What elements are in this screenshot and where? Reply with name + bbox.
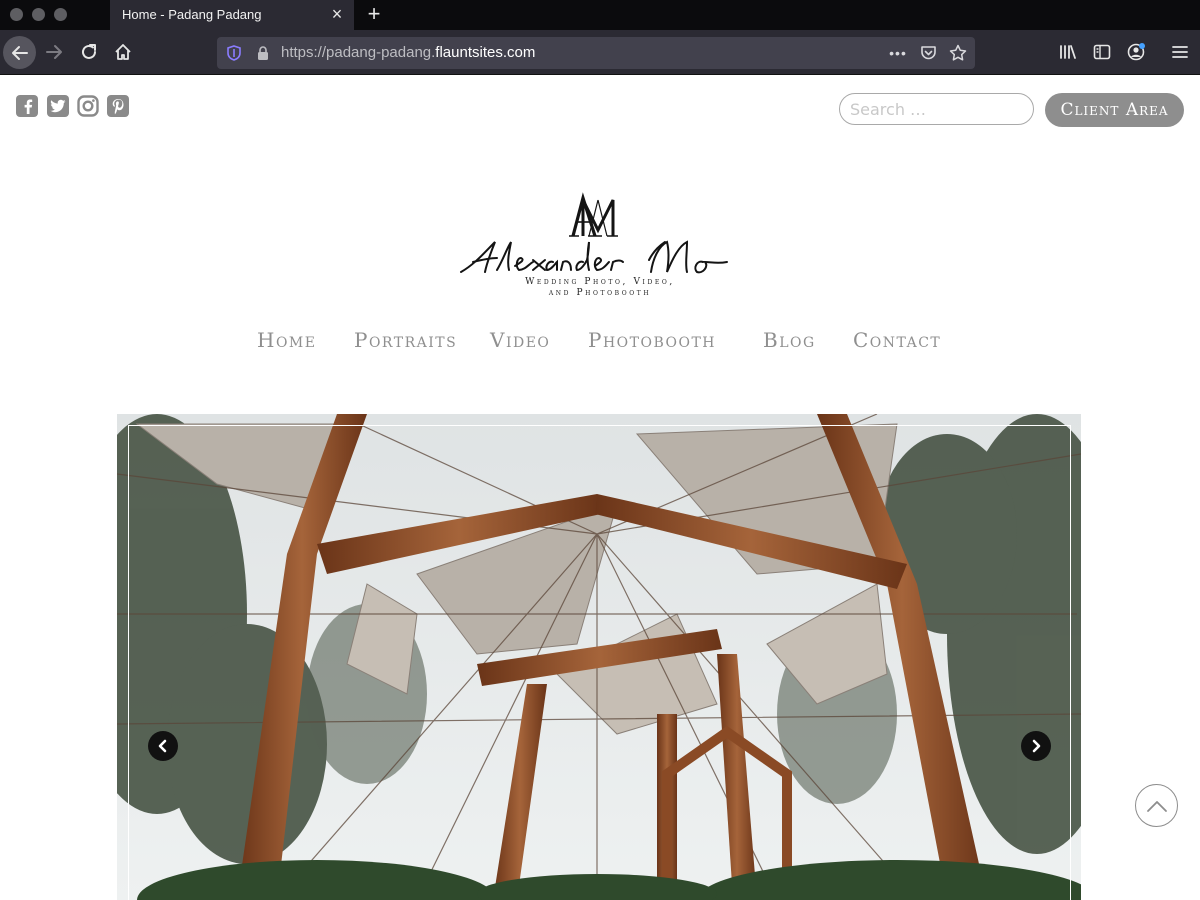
pinterest-icon[interactable] (107, 95, 129, 117)
slider-prev-icon[interactable] (148, 731, 178, 761)
lock-icon[interactable] (255, 37, 271, 69)
tab-close-icon[interactable]: × (330, 0, 344, 30)
site-logo[interactable]: Wedding Photo, Video, and Photobooth (455, 190, 745, 302)
logo-subtitle-line1: Wedding Photo, Video, (525, 277, 675, 287)
home-icon[interactable] (107, 36, 139, 68)
library-icon[interactable] (1052, 36, 1084, 68)
url-text[interactable]: https://padang-padang.flauntsites.com (281, 37, 535, 69)
nav-video[interactable]: Video (490, 328, 550, 356)
menu-hamburger-icon[interactable] (1164, 36, 1196, 68)
search-input[interactable] (839, 93, 1034, 125)
chevron-up-icon (1146, 800, 1167, 812)
nav-photobooth[interactable]: Photobooth (588, 328, 716, 356)
sidebar-icon[interactable] (1086, 36, 1118, 68)
browser-tab-strip: Home - Padang Padang × + (0, 0, 1200, 30)
facebook-icon[interactable] (16, 95, 38, 117)
nav-blog[interactable]: Blog (763, 328, 816, 356)
hero-photo-border (128, 425, 1071, 900)
account-icon[interactable] (1120, 36, 1152, 68)
address-bar[interactable]: https://padang-padang.flauntsites.com ••… (217, 37, 975, 69)
url-domain: flauntsites.com (435, 44, 536, 61)
new-tab-icon[interactable]: + (362, 0, 386, 30)
reload-icon[interactable] (73, 36, 105, 68)
browser-toolbar: https://padang-padang.flauntsites.com ••… (0, 30, 1200, 75)
url-prefix: https://padang-padang. (281, 44, 436, 61)
pocket-icon[interactable] (917, 37, 939, 69)
browser-tab-active[interactable]: Home - Padang Padang × (110, 0, 354, 30)
nav-portraits[interactable]: Portraits (354, 328, 457, 356)
window-minimize-dot[interactable] (32, 8, 45, 21)
scroll-to-top-button[interactable] (1135, 784, 1178, 827)
tracking-shield-icon[interactable] (225, 37, 243, 69)
window-close-dot[interactable] (10, 8, 23, 21)
instagram-icon[interactable] (77, 95, 99, 117)
back-arrow-icon[interactable] (3, 36, 36, 69)
page-actions-icon[interactable]: ••• (887, 37, 909, 69)
hero-slideshow[interactable] (117, 414, 1081, 900)
twitter-icon[interactable] (47, 95, 69, 117)
nav-contact[interactable]: Contact (853, 328, 941, 356)
logo-subtitle-line2: and Photobooth (548, 288, 652, 298)
forward-arrow-icon[interactable] (38, 36, 70, 68)
window-zoom-dot[interactable] (54, 8, 67, 21)
slider-next-icon[interactable] (1021, 731, 1051, 761)
tab-title: Home - Padang Padang (122, 7, 262, 22)
bookmark-star-icon[interactable] (947, 37, 969, 69)
client-area-button[interactable]: Client Area (1045, 93, 1184, 127)
nav-home[interactable]: Home (257, 328, 316, 356)
